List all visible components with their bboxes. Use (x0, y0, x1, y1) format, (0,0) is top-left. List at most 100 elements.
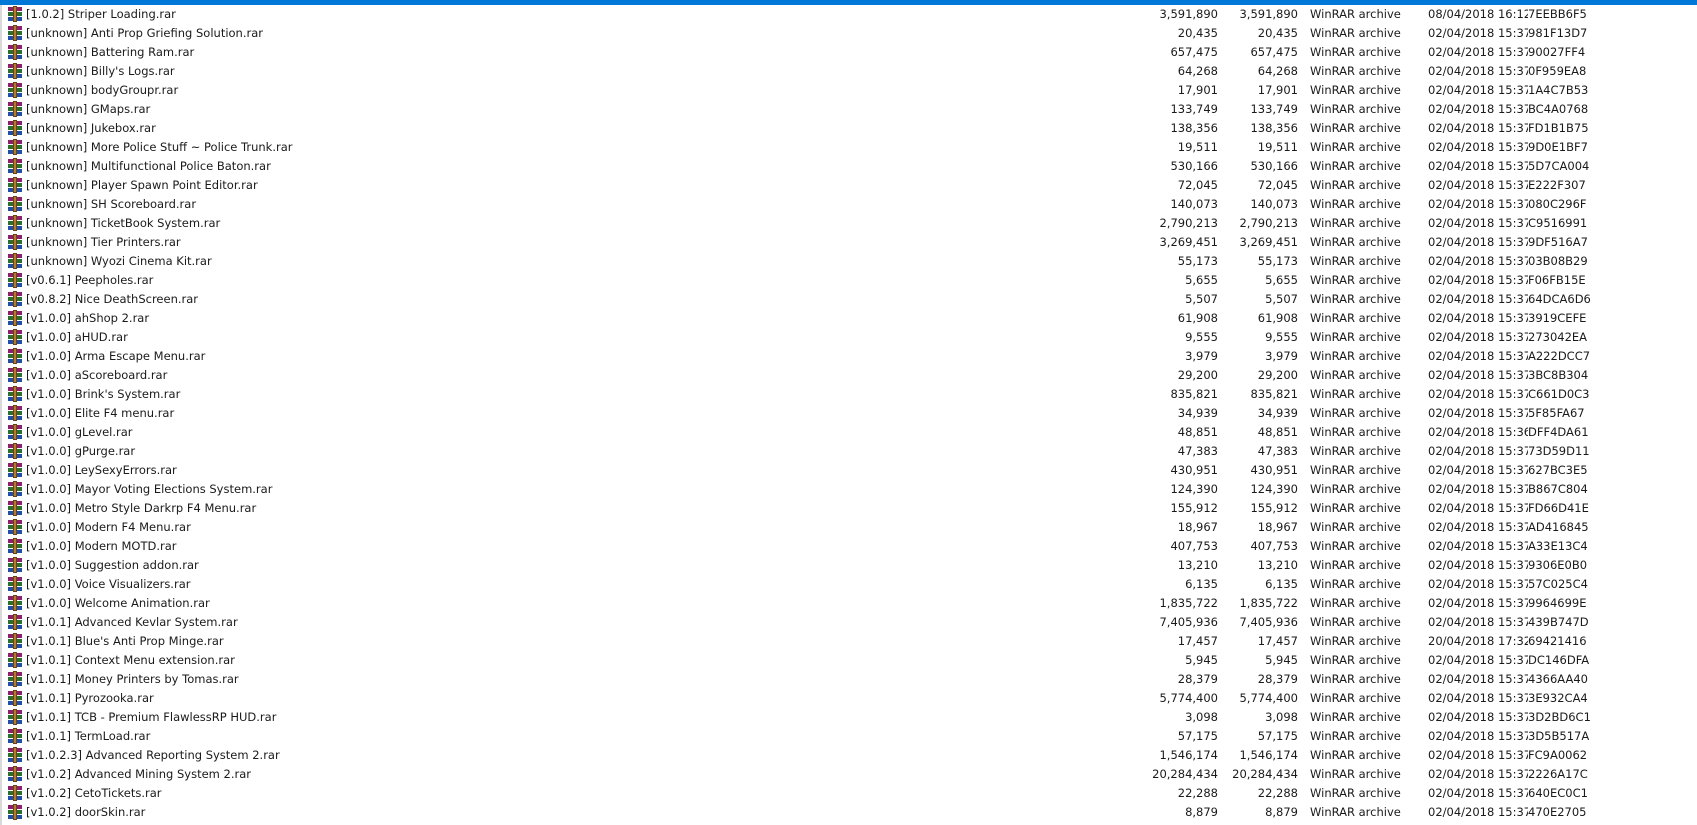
winrar-archive-icon (6, 6, 23, 22)
file-size: 140,073 (1250, 197, 1298, 211)
file-modified: 02/04/2018 15:36 (1428, 425, 1528, 439)
file-row[interactable]: [v1.0.2] CetoTickets.rar 22,288 22,288 WinR… (0, 784, 1697, 803)
file-type: WinRAR archive (1310, 577, 1401, 591)
file-row[interactable]: [v1.0.0] Elite F4 menu.rar 34,939 34,939 Wi… (0, 404, 1697, 423)
file-row[interactable]: [v1.0.0] aScoreboard.rar 29,200 29,200 WinR… (0, 366, 1697, 385)
file-row[interactable]: [v1.0.2.3] Advanced Reporting System 2.r… (0, 746, 1697, 765)
file-row[interactable]: [v1.0.0] Welcome Animation.rar 1,835,722 1… (0, 594, 1697, 613)
file-modified: 02/04/2018 15:37 (1428, 159, 1528, 173)
file-packed-size: 2,790,213 (1159, 216, 1218, 230)
file-type: WinRAR archive (1310, 64, 1401, 78)
file-row[interactable]: [v0.8.2] Nice DeathScreen.rar 5,507 5,507 W… (0, 290, 1697, 309)
file-row[interactable]: [v1.0.0] Voice Visualizers.rar 6,135 6,135… (0, 575, 1697, 594)
file-row[interactable]: [unknown] Wyozi Cinema Kit.rar 55,173 55,1… (0, 252, 1697, 271)
file-row[interactable]: [v0.6.1] Peepholes.rar 5,655 5,655 WinRAR a… (0, 271, 1697, 290)
file-name: [v1.0.2] CetoTickets.rar (26, 786, 162, 800)
file-crc: 9DF516A7 (1528, 235, 1588, 249)
file-modified: 02/04/2018 15:37 (1428, 349, 1528, 363)
file-row[interactable]: [v1.0.2] Advanced Mining System 2.rar 20,… (0, 765, 1697, 784)
file-row[interactable]: [unknown] Jukebox.rar 138,356 138,356 WinRA… (0, 119, 1697, 138)
file-crc: 9964699E (1528, 596, 1587, 610)
file-name: [v1.0.1] Pyrozooka.rar (26, 691, 154, 705)
file-row[interactable]: [v1.0.1] Pyrozooka.rar 5,774,400 5,774,400… (0, 689, 1697, 708)
file-row[interactable]: [v1.0.0] Modern F4 Menu.rar 18,967 18,967 W… (0, 518, 1697, 537)
file-packed-size: 20,284,434 (1152, 767, 1218, 781)
file-row[interactable]: [v1.0.1] Money Printers by Tomas.rar 28,3… (0, 670, 1697, 689)
file-type: WinRAR archive (1310, 121, 1401, 135)
file-row[interactable]: [v1.0.0] Arma Escape Menu.rar 3,979 3,979 W… (0, 347, 1697, 366)
file-packed-size: 3,098 (1185, 710, 1218, 724)
file-crc: 2226A17C (1528, 767, 1588, 781)
file-size: 5,507 (1265, 292, 1298, 306)
winrar-archive-icon (6, 139, 23, 155)
file-row[interactable]: [unknown] Tier Printers.rar 3,269,451 3,26… (0, 233, 1697, 252)
file-row[interactable]: [v1.0.0] Brink's System.rar 835,821 835,82… (0, 385, 1697, 404)
file-row[interactable]: [v1.0.0] LeySexyErrors.rar 430,951 430,951… (0, 461, 1697, 480)
file-type: WinRAR archive (1310, 349, 1401, 363)
file-type: WinRAR archive (1310, 140, 1401, 154)
file-modified: 02/04/2018 15:37 (1428, 729, 1528, 743)
file-row[interactable]: [unknown] Player Spawn Point Editor.rar 7… (0, 176, 1697, 195)
file-name: [1.0.2] Striper Loading.rar (26, 7, 176, 21)
file-crc: 4366AA40 (1528, 672, 1588, 686)
file-row[interactable]: [v1.0.0] aHUD.rar 9,555 9,555 WinRAR archiv… (0, 328, 1697, 347)
file-type: WinRAR archive (1310, 197, 1401, 211)
file-name: [v1.0.0] gPurge.rar (26, 444, 136, 458)
file-modified: 02/04/2018 15:37 (1428, 121, 1528, 135)
file-size: 1,835,722 (1239, 596, 1298, 610)
file-row[interactable]: [v1.0.2] doorSkin.rar 8,879 8,879 WinRAR ar… (0, 803, 1697, 822)
winrar-archive-icon (6, 424, 23, 440)
winrar-archive-icon (6, 63, 23, 79)
winrar-archive-icon (6, 690, 23, 706)
file-modified: 02/04/2018 15:37 (1428, 615, 1528, 629)
file-row[interactable]: [v1.0.0] ahShop 2.rar 61,908 61,908 WinRAR … (0, 309, 1697, 328)
file-modified: 02/04/2018 15:37 (1428, 691, 1528, 705)
file-row[interactable]: [unknown] bodyGroupr.rar 17,901 17,901 WinR… (0, 81, 1697, 100)
file-row[interactable]: [1.0.2] Striper Loading.rar 3,591,890 3,59… (0, 5, 1697, 24)
file-crc: 7EEBB6F5 (1528, 7, 1587, 21)
file-size: 835,821 (1250, 387, 1298, 401)
file-row[interactable]: [v1.0.0] Metro Style Darkrp F4 Menu.rar 1… (0, 499, 1697, 518)
file-size: 133,749 (1250, 102, 1298, 116)
file-type: WinRAR archive (1310, 311, 1401, 325)
file-name: [v1.0.1] Advanced Kevlar System.rar (26, 615, 238, 629)
file-row[interactable]: [v1.0.1] Blue's Anti Prop Minge.rar 17,45… (0, 632, 1697, 651)
winrar-archive-icon (6, 557, 23, 573)
file-size: 5,945 (1265, 653, 1298, 667)
file-row[interactable]: [v1.0.0] gPurge.rar 47,383 47,383 WinRAR ar… (0, 442, 1697, 461)
file-modified: 02/04/2018 15:37 (1428, 254, 1528, 268)
file-type: WinRAR archive (1310, 7, 1401, 21)
file-list[interactable]: [1.0.2] Striper Loading.rar 3,591,890 3,59… (0, 5, 1697, 822)
file-modified: 02/04/2018 15:37 (1428, 805, 1528, 819)
file-name: [v1.0.2.3] Advanced Reporting System 2.r… (26, 748, 280, 762)
file-row[interactable]: [v1.0.1] TermLoad.rar 57,175 57,175 WinRAR … (0, 727, 1697, 746)
file-modified: 02/04/2018 15:37 (1428, 102, 1528, 116)
winrar-archive-icon (6, 633, 23, 649)
file-row[interactable]: [unknown] More Police Stuff ~ Police Tru… (0, 138, 1697, 157)
file-row[interactable]: [unknown] Battering Ram.rar 657,475 657,47… (0, 43, 1697, 62)
file-row[interactable]: [unknown] Multifunctional Police Baton.r… (0, 157, 1697, 176)
file-row[interactable]: [unknown] TicketBook System.rar 2,790,213… (0, 214, 1697, 233)
file-name: [v1.0.0] Modern MOTD.rar (26, 539, 177, 553)
file-packed-size: 20,435 (1177, 26, 1218, 40)
file-row[interactable]: [v1.0.0] gLevel.rar 48,851 48,851 WinRAR ar… (0, 423, 1697, 442)
file-row[interactable]: [unknown] SH Scoreboard.rar 140,073 140,07… (0, 195, 1697, 214)
file-row[interactable]: [v1.0.1] Advanced Kevlar System.rar 7,405… (0, 613, 1697, 632)
file-crc: 5F85FA67 (1528, 406, 1585, 420)
file-size: 8,879 (1265, 805, 1298, 819)
winrar-archive-icon (6, 595, 23, 611)
file-crc: 57C025C4 (1528, 577, 1588, 591)
file-row[interactable]: [v1.0.0] Modern MOTD.rar 407,753 407,753 Wi… (0, 537, 1697, 556)
file-row[interactable]: [v1.0.1] TCB - Premium FlawlessRP HUD.ra… (0, 708, 1697, 727)
file-row[interactable]: [unknown] GMaps.rar 133,749 133,749 WinRAR … (0, 100, 1697, 119)
file-size: 64,268 (1257, 64, 1298, 78)
file-packed-size: 1,835,722 (1159, 596, 1218, 610)
file-row[interactable]: [unknown] Anti Prop Griefing Solution.ra… (0, 24, 1697, 43)
file-row[interactable]: [unknown] Billy's Logs.rar 64,268 64,268 Wi… (0, 62, 1697, 81)
file-crc: 470E2705 (1528, 805, 1587, 819)
file-size: 3,098 (1265, 710, 1298, 724)
file-row[interactable]: [v1.0.1] Context Menu extension.rar 5,945… (0, 651, 1697, 670)
file-row[interactable]: [v1.0.0] Mayor Voting Elections System.r… (0, 480, 1697, 499)
file-size: 18,967 (1257, 520, 1298, 534)
file-row[interactable]: [v1.0.0] Suggestion addon.rar 13,210 13,21… (0, 556, 1697, 575)
